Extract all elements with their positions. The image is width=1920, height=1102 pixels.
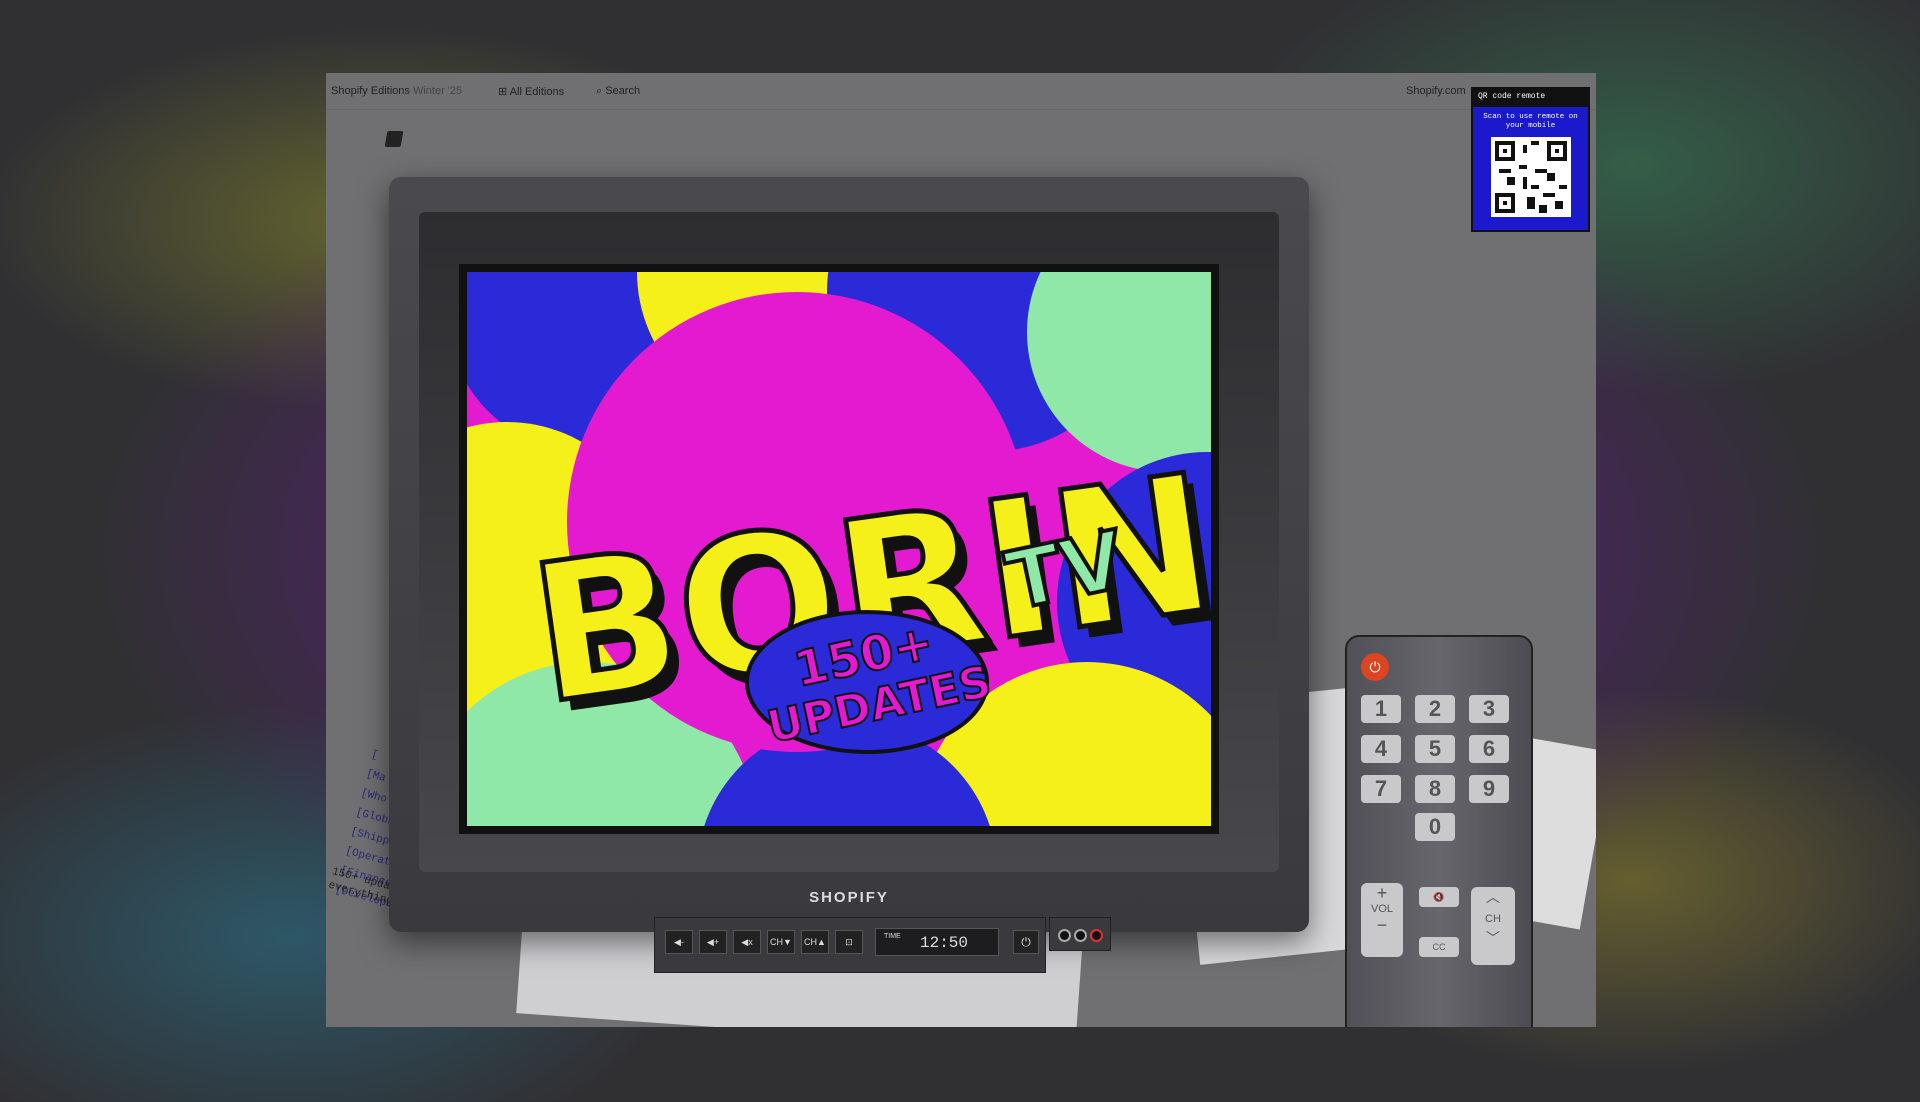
remote-key-6[interactable]: 6 (1469, 735, 1509, 763)
channel-up-button[interactable]: CH▲ (801, 930, 829, 954)
input-button[interactable]: ⊡ (835, 930, 863, 954)
edition-label: Winter '25 (412, 85, 463, 97)
volume-down-button[interactable]: ◀- (665, 930, 693, 954)
top-nav: Shopify Editions Winter '25 ⊞ All Editio… (326, 73, 1596, 110)
qr-subtitle: Scan to use remote on your mobile (1483, 113, 1578, 130)
av-jacks (1049, 917, 1111, 951)
shopify-com-link[interactable]: Shopify.com (1406, 85, 1466, 97)
tv-control-panel: ◀- ◀+ ◀x CH▼ CH▲ ⊡ TIME 12:50 ⏻ (654, 917, 1046, 973)
mute-button[interactable]: ◀x (733, 930, 761, 954)
remote-key-2[interactable]: 2 (1415, 695, 1455, 723)
remote-key-0[interactable]: 0 (1415, 813, 1455, 841)
remote-volume-rocker[interactable]: + VOL − (1361, 883, 1403, 957)
shopify-bag-icon (384, 131, 404, 147)
remote-key-3[interactable]: 3 (1469, 695, 1509, 723)
all-editions-link[interactable]: ⊞ All Editions (498, 85, 564, 98)
time-display: TIME 12:50 (875, 928, 999, 956)
search-label: Search (605, 85, 641, 97)
boring-tv-artwork: BORING BORING TV 150+ UPDATES (467, 272, 1211, 826)
remote-channel-rocker[interactable]: ︿ CH ﹀ (1471, 887, 1515, 965)
remote-key-9[interactable]: 9 (1469, 775, 1509, 803)
ch-label: CH (1485, 913, 1501, 925)
vol-label: VOL (1370, 903, 1393, 915)
browser-frame: Shopify Editions Winter '25 ⊞ All Editio… (326, 73, 1596, 1027)
remote-key-1[interactable]: 1 (1361, 695, 1401, 723)
channel-down-button[interactable]: CH▼ (767, 930, 795, 954)
qr-remote-panel[interactable]: QR code remote Scan to use remote on you… (1471, 87, 1590, 232)
remote-mute-button[interactable]: 🔇 (1419, 887, 1459, 907)
editions-brand-link[interactable]: Shopify Editions Winter '25 (331, 85, 462, 97)
search-icon: ⌕ (596, 85, 603, 97)
search-link[interactable]: ⌕ Search (596, 85, 640, 98)
av-jack (1074, 929, 1087, 942)
remote-power-icon[interactable]: ⏻ (1361, 653, 1389, 681)
remote-key-8[interactable]: 8 (1415, 775, 1455, 803)
av-jack (1090, 929, 1103, 942)
remote-key-7[interactable]: 7 (1361, 775, 1401, 803)
qr-title: QR code remote (1473, 89, 1588, 107)
qr-code-icon (1490, 137, 1571, 217)
brand-label: Shopify Editions (331, 85, 410, 97)
all-editions-label: All Editions (509, 86, 565, 98)
crt-television: BORING BORING TV 150+ UPDATES SHOPIFY ◀-… (389, 177, 1309, 973)
volume-up-button[interactable]: ◀+ (699, 930, 727, 954)
tv-brand-label: SHOPIFY (809, 889, 889, 906)
time-value: 12:50 (920, 934, 969, 952)
remote-cc-button[interactable]: CC (1419, 937, 1459, 957)
time-label: TIME (884, 933, 901, 940)
tv-remote: ⏻ 1 2 3 4 5 6 7 8 9 0 + VOL − 🔇 CC ︿ CH … (1345, 635, 1533, 1027)
remote-key-4[interactable]: 4 (1361, 735, 1401, 763)
remote-key-5[interactable]: 5 (1415, 735, 1455, 763)
av-jack (1058, 929, 1071, 942)
tv-power-button[interactable]: ⏻ (1013, 930, 1039, 954)
tv-screen[interactable]: BORING BORING TV 150+ UPDATES (459, 264, 1219, 834)
